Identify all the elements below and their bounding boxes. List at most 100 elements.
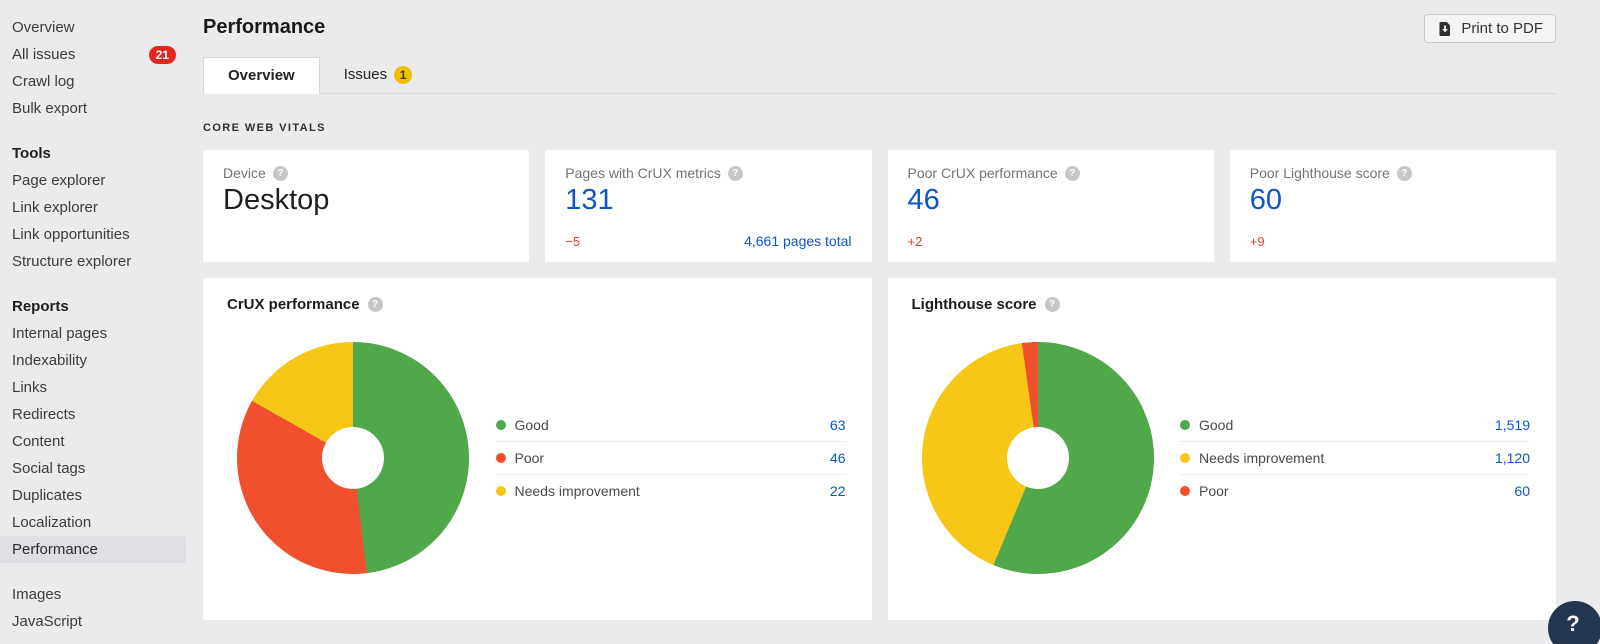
device-value: Desktop <box>223 184 509 217</box>
sidebar-item-label: Redirects <box>12 401 75 428</box>
delta-value: −5 <box>565 234 580 249</box>
legend-row: Poor 46 <box>496 441 846 474</box>
tab-overview-label: Overview <box>228 58 295 94</box>
chart-title: Lighthouse score <box>912 296 1037 313</box>
delta-value: +2 <box>908 234 923 249</box>
legend-value-link[interactable]: 1,519 <box>1495 417 1530 433</box>
help-icon[interactable]: ? <box>1065 166 1080 181</box>
print-to-pdf-button[interactable]: Print to PDF <box>1424 14 1556 43</box>
tab-issues[interactable]: Issues 1 <box>320 57 436 93</box>
sidebar-item-link-opportunities[interactable]: Link opportunities <box>0 221 186 248</box>
sidebar-item-performance[interactable]: Performance <box>0 536 186 563</box>
sidebar-item-label: Overview <box>12 14 75 41</box>
sidebar-item-label: Indexability <box>12 347 87 374</box>
lighthouse-score-chart-card: Lighthouse score ? Good 1,519 Needs imp <box>888 278 1557 620</box>
help-icon[interactable]: ? <box>1397 166 1412 181</box>
sidebar-item-social-tags[interactable]: Social tags <box>0 455 186 482</box>
legend-label: Good <box>515 417 549 433</box>
crux-donut-chart[interactable] <box>237 342 469 574</box>
sidebar-item-indexability[interactable]: Indexability <box>0 347 186 374</box>
app: OverviewAll issues21Crawl logBulk export… <box>0 0 1600 644</box>
sidebar-item-label: Performance <box>12 536 98 563</box>
legend-value-link[interactable]: 22 <box>830 483 846 499</box>
sidebar-group: OverviewAll issues 21 Crawl logBulk export <box>0 14 195 122</box>
crux-pages-value: 131 <box>565 184 851 217</box>
sidebar-item-label: Crawl log <box>12 68 75 95</box>
sidebar-item-internal-pages[interactable]: Internal pages <box>0 320 186 347</box>
legend-value-link[interactable]: 63 <box>830 417 846 433</box>
delta-value: +9 <box>1250 234 1265 249</box>
topbar: Performance Print to PDF <box>203 0 1556 43</box>
sidebar-item-redirects[interactable]: Redirects <box>0 401 186 428</box>
metric-card-poor-crux: Poor CrUX performance ? 46 +2 <box>888 150 1214 262</box>
sidebar-item-label: Social tags <box>12 455 85 482</box>
sidebar-item-label: Duplicates <box>12 482 82 509</box>
lighthouse-donut-chart[interactable] <box>922 342 1154 574</box>
legend-label: Needs improvement <box>1199 450 1324 466</box>
metric-cards-row: Device ? Desktop Pages with CrUX metrics… <box>203 150 1556 262</box>
legend-row: Poor 60 <box>1180 474 1530 507</box>
sidebar-item-duplicates[interactable]: Duplicates <box>0 482 186 509</box>
sidebar: OverviewAll issues 21 Crawl logBulk export… <box>0 0 195 644</box>
help-icon[interactable]: ? <box>728 166 743 181</box>
legend-label: Poor <box>1199 483 1229 499</box>
legend-value-link[interactable]: 46 <box>830 450 846 466</box>
sidebar-item-label: Localization <box>12 509 91 536</box>
sidebar-item-javascript[interactable]: JavaScript <box>0 608 186 635</box>
legend-dot-good <box>1180 420 1190 430</box>
sidebar-item-overview[interactable]: Overview <box>0 14 186 41</box>
sidebar-group: ReportsInternal pagesIndexabilityLinksRe… <box>0 293 195 563</box>
sidebar-item-links[interactable]: Links <box>0 374 186 401</box>
metric-card-poor-lighthouse: Poor Lighthouse score ? 60 +9 <box>1230 150 1556 262</box>
sidebar-item-page-explorer[interactable]: Page explorer <box>0 167 186 194</box>
tab-overview[interactable]: Overview <box>203 57 320 94</box>
metric-label: Device <box>223 165 266 181</box>
sidebar-group: ToolsPage explorerLink explorerLink oppo… <box>0 140 195 275</box>
core-web-vitals-label: CORE WEB VITALS <box>203 122 1556 134</box>
chart-title: CrUX performance <box>227 296 360 313</box>
tab-issues-label: Issues <box>344 57 387 93</box>
sidebar-item-label: Link explorer <box>12 194 98 221</box>
help-icon[interactable]: ? <box>1045 297 1060 312</box>
sidebar-group: ImagesJavaScript <box>0 581 195 635</box>
help-icon[interactable]: ? <box>273 166 288 181</box>
sidebar-item-content[interactable]: Content <box>0 428 186 455</box>
legend-dot-poor <box>496 453 506 463</box>
legend-row: Needs improvement 22 <box>496 474 846 507</box>
metric-card-crux-pages: Pages with CrUX metrics ? 131 −5 4,661 p… <box>545 150 871 262</box>
help-icon[interactable]: ? <box>368 297 383 312</box>
issues-count-badge: 21 <box>149 46 176 64</box>
sidebar-item-label: Bulk export <box>12 95 87 122</box>
sidebar-section-title: Tools <box>0 140 195 167</box>
print-pdf-icon <box>1437 21 1453 37</box>
legend-value-link[interactable]: 60 <box>1514 483 1530 499</box>
legend-dot-needs-improvement <box>1180 453 1190 463</box>
sidebar-item-localization[interactable]: Localization <box>0 509 186 536</box>
help-fab-button[interactable]: ? <box>1548 601 1600 644</box>
sidebar-item-structure-explorer[interactable]: Structure explorer <box>0 248 186 275</box>
metric-label: Poor Lighthouse score <box>1250 165 1390 181</box>
crux-performance-chart-card: CrUX performance ? Good 63 Poor <box>203 278 872 620</box>
sidebar-item-label: Internal pages <box>12 320 107 347</box>
chart-legend: Good 63 Poor 46 Needs improvement 22 <box>496 409 846 507</box>
issues-count-badge: 1 <box>394 66 412 84</box>
chart-legend: Good 1,519 Needs improvement 1,120 Poor … <box>1180 409 1530 507</box>
sidebar-item-crawl-log[interactable]: Crawl log <box>0 68 186 95</box>
legend-value-link[interactable]: 1,120 <box>1495 450 1530 466</box>
sidebar-item-bulk-export[interactable]: Bulk export <box>0 95 186 122</box>
pages-total-link[interactable]: 4,661 pages total <box>744 233 851 249</box>
tab-bar: Overview Issues 1 <box>203 57 1556 94</box>
poor-crux-value: 46 <box>908 184 1194 217</box>
help-fab-label: ? <box>1566 611 1579 637</box>
sidebar-item-link-explorer[interactable]: Link explorer <box>0 194 186 221</box>
sidebar-item-label: All issues <box>12 41 75 68</box>
sidebar-item-label: Links <box>12 374 47 401</box>
legend-row: Good 63 <box>496 409 846 441</box>
legend-label: Poor <box>515 450 545 466</box>
sidebar-item-all-issues[interactable]: All issues 21 <box>0 41 186 68</box>
sidebar-item-label: Structure explorer <box>12 248 131 275</box>
sidebar-item-images[interactable]: Images <box>0 581 186 608</box>
sidebar-item-label: JavaScript <box>12 608 82 635</box>
sidebar-item-label: Page explorer <box>12 167 105 194</box>
print-button-label: Print to PDF <box>1461 20 1543 37</box>
